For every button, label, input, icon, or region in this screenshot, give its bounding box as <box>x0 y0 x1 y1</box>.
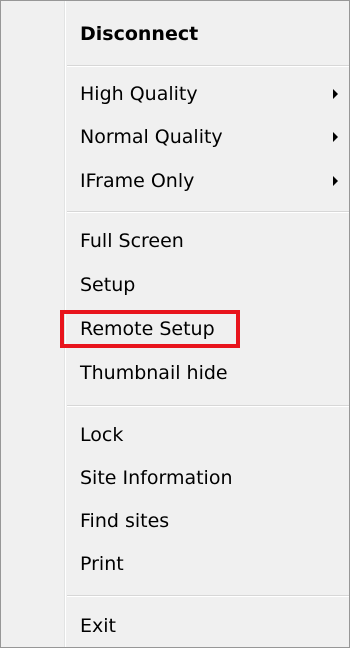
menu-item-label: Normal Quality <box>80 126 223 148</box>
menu-item-thumbnail-hide[interactable]: Thumbnail hide <box>67 351 347 395</box>
menu-item-print[interactable]: Print <box>67 542 347 586</box>
submenu-arrow-icon <box>333 132 338 142</box>
submenu-arrow-icon <box>333 176 338 186</box>
menu-item-high-quality[interactable]: High Quality <box>67 72 347 116</box>
menu-item-label: High Quality <box>80 83 198 105</box>
menu-item-label: IFrame Only <box>80 170 195 192</box>
menu-separator <box>67 405 349 407</box>
menu-item-site-information[interactable]: Site Information <box>67 456 347 500</box>
menu-item-exit[interactable]: Exit <box>67 604 347 648</box>
menu-item-full-screen[interactable]: Full Screen <box>67 219 347 263</box>
menu-separator <box>67 595 349 597</box>
menu-item-find-sites[interactable]: Find sites <box>67 499 347 543</box>
menu-item-disconnect[interactable]: Disconnect <box>67 12 347 56</box>
menu-item-lock[interactable]: Lock <box>67 413 347 457</box>
submenu-arrow-icon <box>333 89 338 99</box>
menu-item-setup[interactable]: Setup <box>67 263 347 307</box>
menu-item-iframe-only[interactable]: IFrame Only <box>67 159 347 203</box>
menu-separator <box>67 65 349 67</box>
menu-item-normal-quality[interactable]: Normal Quality <box>67 115 347 159</box>
menu-separator <box>67 211 349 213</box>
highlight-annotation-box <box>60 310 240 348</box>
